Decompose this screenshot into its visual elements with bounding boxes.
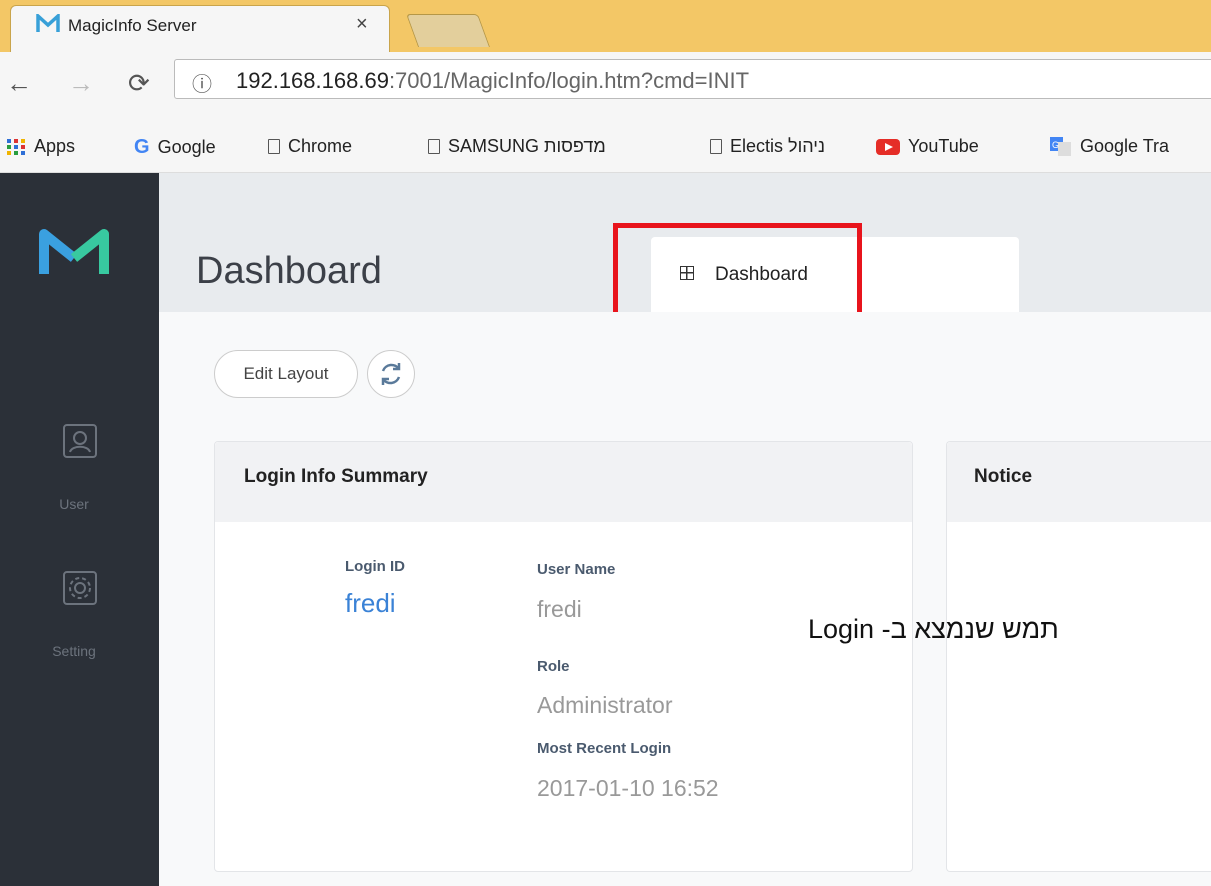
sidebar-item-user[interactable]: User	[47, 424, 113, 512]
sidebar-item-label: User	[59, 496, 89, 512]
bookmark-label: YouTube	[908, 136, 979, 156]
bookmark-google-translate[interactable]: G Google Tra	[1050, 136, 1169, 157]
apps-grid-icon	[7, 138, 25, 155]
browser-tab[interactable]	[10, 5, 390, 52]
login-info-card	[214, 441, 913, 872]
login-id-value: fredi	[345, 588, 396, 618]
sidebar-item-setting[interactable]: Setting	[47, 571, 113, 659]
login-id-label: Login ID	[345, 558, 405, 575]
bookmark-label: Google Tra	[1080, 136, 1170, 156]
annotation-text: תמש שנמצא ב- Login	[808, 614, 1059, 644]
url-text[interactable]: 192.168.168.69:7001/MagicInfo/login.htm?…	[236, 68, 749, 94]
role-label: Role	[537, 658, 570, 675]
user-icon	[63, 424, 97, 458]
bookmark-samsung[interactable]: SAMSUNG מדפסות	[428, 136, 606, 157]
info-icon[interactable]: ⓘ	[192, 68, 212, 97]
page-title: Dashboard	[196, 250, 382, 292]
edit-layout-button[interactable]: Edit Layout	[214, 350, 358, 398]
page-icon	[268, 139, 280, 154]
sidebar-item-label: Setting	[52, 643, 96, 659]
google-translate-icon: G	[1050, 136, 1071, 156]
reload-icon[interactable]: ⟳	[128, 68, 150, 99]
bookmark-electis[interactable]: Electis ניהול	[710, 136, 825, 157]
bookmark-label: Google	[157, 137, 216, 157]
magicinfo-logo-icon	[39, 229, 109, 274]
notice-card	[946, 441, 1211, 872]
card-title: Notice	[974, 466, 1033, 487]
magicinfo-favicon-icon	[36, 14, 60, 32]
url-host: 192.168.168.69	[236, 68, 389, 93]
new-tab-button[interactable]	[405, 14, 491, 47]
recent-login-label: Most Recent Login	[537, 740, 672, 757]
page-icon	[710, 139, 722, 154]
refresh-button[interactable]	[367, 350, 415, 398]
user-name-label: User Name	[537, 561, 616, 578]
google-g-icon: G	[134, 136, 150, 158]
youtube-icon	[876, 138, 900, 155]
bookmark-google[interactable]: G Google	[134, 136, 216, 159]
back-arrow-icon[interactable]: ←	[6, 68, 32, 99]
bookmark-label: SAMSUNG מדפסות	[448, 136, 606, 156]
page-icon	[428, 139, 440, 154]
role-value: Administrator	[537, 692, 673, 718]
app-sidebar	[0, 173, 159, 886]
tab-close-icon[interactable]: ×	[356, 13, 368, 36]
bookmark-youtube[interactable]: YouTube	[876, 136, 979, 157]
bookmark-chrome[interactable]: Chrome	[268, 136, 352, 157]
gear-icon	[63, 571, 97, 605]
svg-text:G: G	[1052, 140, 1059, 150]
bookmark-label: Electis ניהול	[730, 136, 825, 156]
forward-arrow-icon[interactable]: →	[68, 68, 94, 99]
bookmark-label: Apps	[34, 136, 76, 156]
recent-login-value: 2017-01-10 16:52	[537, 775, 719, 801]
url-path: :7001/MagicInfo/login.htm?cmd=INIT	[388, 68, 750, 93]
user-name-value: fredi	[537, 596, 582, 622]
bookmark-label: Chrome	[288, 136, 353, 156]
highlight-box	[613, 223, 862, 321]
refresh-icon	[381, 363, 401, 385]
bookmark-apps[interactable]: Apps	[6, 136, 75, 157]
card-title: Login Info Summary	[244, 466, 428, 487]
tab-title: MagicInfo Server	[68, 16, 197, 35]
